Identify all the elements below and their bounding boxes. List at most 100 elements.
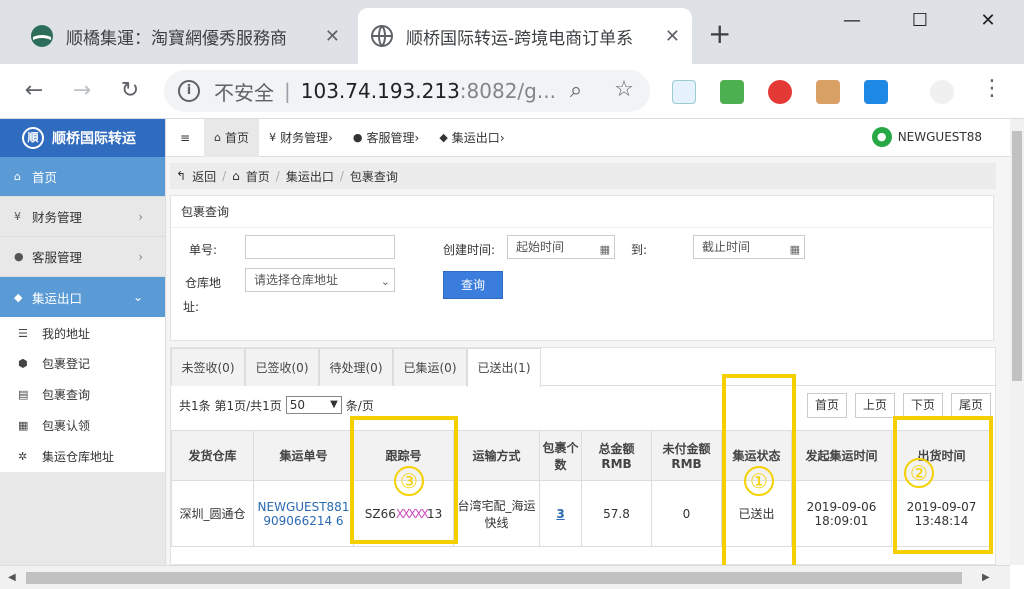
sidebar-item-home[interactable]: ⌂ 首页 (0, 157, 165, 197)
calendar-icon[interactable]: ▦ (600, 239, 610, 261)
topnav-service[interactable]: ● 客服管理 › (343, 119, 429, 157)
chevron-down-icon: ⌄ (380, 275, 390, 288)
order-no-label: 单号: (189, 243, 218, 257)
breadcrumb-separator: / (222, 169, 227, 183)
extension-icon[interactable] (720, 80, 744, 104)
scroll-right-icon[interactable]: ▶ (982, 572, 990, 583)
sidebar-sub-claim[interactable]: ▦ 包裹认领 (0, 410, 165, 441)
scroll-left-icon[interactable]: ◀ (8, 572, 16, 583)
info-icon[interactable]: i (178, 80, 200, 102)
back-arrow-icon[interactable]: ← (20, 78, 48, 103)
col-order-no: 集运单号 (253, 430, 354, 481)
bookmark-star-icon[interactable]: ☆ (610, 77, 638, 102)
breadcrumb-back[interactable]: 返回 (192, 168, 216, 185)
created-time-label: 创建时间: (443, 243, 496, 257)
first-page-button[interactable]: 首页 (807, 393, 847, 418)
order-no-input[interactable] (245, 235, 395, 259)
prev-page-button[interactable]: 上页 (855, 393, 895, 418)
minimize-icon[interactable]: — (832, 10, 872, 31)
maximize-icon[interactable]: ☐ (900, 10, 940, 31)
username: NEWGUEST88 (897, 130, 982, 144)
new-tab-button[interactable]: + (708, 20, 731, 48)
col-shipping: 运输方式 (453, 430, 540, 481)
cell-pkg-count[interactable]: 3 (539, 480, 582, 547)
topnav-export[interactable]: ◆ 集运出口 › (429, 119, 514, 157)
annotation-number: ② (904, 458, 934, 488)
browser-tab-strip: 顺橋集運：淘寶網優秀服務商 ✕ 顺桥国际转运-跨境电商订单系 ✕ + — ☐ ✕ (0, 0, 1024, 64)
extension-icon[interactable] (768, 80, 792, 104)
close-window-icon[interactable]: ✕ (968, 10, 1008, 31)
user-menu[interactable]: ● NEWGUEST88 (871, 127, 982, 147)
brand[interactable]: 順顺桥国际转运 (0, 119, 165, 157)
calendar-icon[interactable]: ▦ (790, 239, 800, 261)
sidebar-sub-register[interactable]: ⬢ 包裹登记 (0, 348, 165, 379)
horizontal-scrollbar[interactable]: ◀ ▶ (0, 565, 1010, 589)
tab-pending[interactable]: 待处理(0) (319, 348, 393, 386)
zoom-icon[interactable]: ⌕ (562, 78, 590, 103)
sidebar-item-service[interactable]: ● 客服管理 › (0, 237, 165, 277)
user-icon: ● (14, 250, 24, 263)
sidebar-sub-my-address[interactable]: ☰ 我的地址 (0, 317, 165, 348)
extension-icon[interactable] (864, 80, 888, 104)
forward-arrow-icon[interactable]: → (68, 78, 96, 103)
topnav-finance[interactable]: ¥ 财务管理 › (259, 119, 343, 157)
top-navbar: ≡ ⌂ 首页 ¥ 财务管理 › ● 客服管理 › ◆ 集运出口 › ● NEWGUEST88 (166, 119, 1010, 157)
tab-unsigned[interactable]: 未签收(0) (171, 348, 245, 386)
profile-avatar-icon[interactable] (930, 80, 954, 104)
topnav-home[interactable]: ⌂ 首页 (204, 119, 260, 157)
page-size-select[interactable]: 50 ▼ (285, 396, 342, 414)
user-icon: ● (352, 131, 363, 144)
warehouse-label-cont: 址: (183, 300, 200, 314)
tab-title: 顺桥国际转运-跨境电商订单系 (406, 28, 634, 49)
sidebar-sub-label: 包裹认领 (42, 419, 91, 433)
sidebar-item-label: 集运出口 (32, 290, 83, 306)
scrollbar-thumb[interactable] (1012, 131, 1022, 381)
close-tab-icon[interactable]: ✕ (325, 26, 340, 47)
back-arrow-icon[interactable]: ↰ (176, 169, 186, 183)
chevron-right-icon: › (138, 209, 143, 224)
warehouse-select[interactable]: 请选择仓库地址 ⌄ (245, 268, 395, 292)
vertical-scrollbar[interactable] (1010, 119, 1024, 565)
yen-icon: ¥ (14, 210, 21, 223)
extension-icon[interactable] (672, 80, 696, 104)
query-button[interactable]: 查询 (443, 271, 503, 299)
last-page-button[interactable]: 尾页 (951, 393, 991, 418)
browser-tab-inactive[interactable]: 顺橋集運：淘寶網優秀服務商 ✕ (18, 8, 352, 64)
scrollbar-thumb[interactable] (26, 572, 962, 584)
sidebar-sub-warehouse[interactable]: ✲ 集运仓库地址 (0, 441, 165, 472)
pagination-info: 共1条 第1页/共1页 50 ▼ 条/页 (179, 396, 374, 414)
breadcrumb-export[interactable]: 集运出口 (286, 168, 334, 185)
list-alt-icon: ▤ (18, 388, 29, 401)
gear-icon: ✲ (18, 450, 28, 463)
breadcrumb-home[interactable]: 首页 (246, 168, 270, 185)
next-page-button[interactable]: 下页 (903, 393, 943, 418)
breadcrumb-separator: / (275, 169, 280, 183)
close-tab-icon[interactable]: ✕ (665, 26, 680, 47)
url-separator: | (284, 79, 291, 103)
pkg-count-link[interactable]: 3 (556, 507, 564, 521)
security-label: 不安全 (214, 80, 274, 105)
cell-order-no[interactable]: NEWGUEST881909066214 6 (253, 480, 354, 547)
more-menu-icon[interactable]: ⋮ (978, 76, 1006, 101)
sidebar-sub-query[interactable]: ▤ 包裹查询 (0, 379, 165, 410)
order-no-link[interactable]: NEWGUEST881909066214 6 (258, 500, 350, 528)
sidebar-sub-label: 我的地址 (42, 327, 91, 341)
tab-shipped[interactable]: 已送出(1) (467, 348, 541, 387)
end-date-input[interactable]: 截止时间 ▦ (693, 235, 805, 259)
sidebar-item-label: 财务管理 (32, 210, 83, 225)
extension-icon[interactable] (816, 80, 840, 104)
tab-signed[interactable]: 已签收(0) (245, 348, 319, 386)
reload-icon[interactable]: ↻ (116, 78, 144, 103)
breadcrumb: ↰ 返回 / ⌂ 首页 / 集运出口 / 包裹查询 (170, 163, 996, 189)
start-date-input[interactable]: 起始时间 ▦ (507, 235, 615, 259)
menu-toggle-icon[interactable]: ≡ (166, 119, 204, 157)
home-icon: ⌂ (14, 170, 21, 183)
brand-name: 顺桥国际转运 (52, 131, 136, 147)
browser-tab-active[interactable]: 顺桥国际转运-跨境电商订单系 ✕ (358, 8, 692, 64)
tab-consolidated[interactable]: 已集运(0) (393, 348, 467, 386)
sidebar-item-export[interactable]: ◆ 集运出口 ⌄ (0, 277, 165, 317)
grid-icon: ▦ (18, 419, 29, 432)
url-host: 103.74.193.213 (300, 79, 460, 103)
sidebar-item-finance[interactable]: ¥ 财务管理 › (0, 197, 165, 237)
page-count: 第1页/共1页 (214, 398, 282, 413)
